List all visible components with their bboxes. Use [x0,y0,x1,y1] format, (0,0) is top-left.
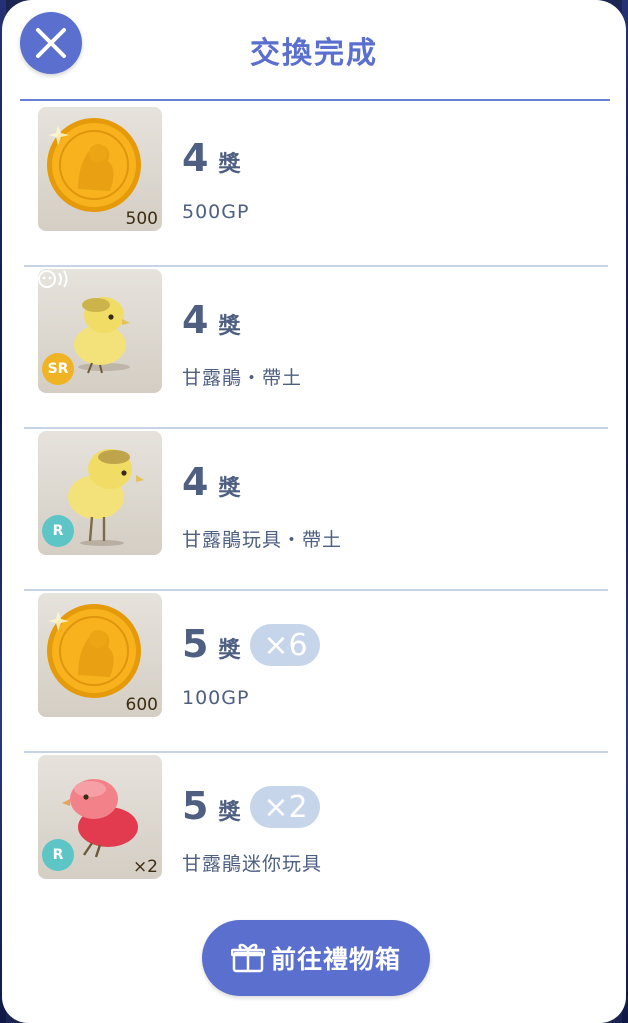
exchange-complete-dialog: 交換完成 500 4 獎 500GP SR 4 獎 甘露鵑・帶土 R 4 獎 甘… [2,0,626,1023]
item-thumbnail: R ×2 [38,755,162,879]
rarity-badge: SR [42,353,74,385]
sound-icon [38,270,68,288]
prize-label: 獎 [218,476,241,501]
prize-label: 獎 [218,800,241,825]
prize-label: 獎 [218,314,241,339]
reward-list: 500 4 獎 500GP SR 4 獎 甘露鵑・帶土 R 4 獎 甘露鵑玩具・… [24,105,608,915]
quantity-label: ×2 [132,857,158,877]
prize-number: 4 [182,298,209,342]
quantity-label: 500 [125,209,158,229]
item-name: 500GP [182,201,250,223]
reward-item: R ×2 5 獎 ×2 甘露鵑迷你玩具 [24,753,608,915]
prize-number: 4 [182,460,209,504]
prize-number: 4 [182,136,209,180]
prize-number: 5 [182,784,209,828]
count-badge: ×6 [250,624,321,666]
rarity-badge: R [42,515,74,547]
header-divider [20,99,610,101]
quantity-label: 600 [125,695,158,715]
gift-box-icon [230,943,265,973]
item-thumbnail: 500 [38,107,162,231]
gift-button-label: 前往禮物箱 [270,945,401,974]
item-thumbnail: SR [38,269,162,393]
count-badge: ×2 [250,786,321,828]
item-thumbnail: R [38,431,162,555]
reward-item: R 4 獎 甘露鵑玩具・帶土 [24,429,608,591]
prize-number: 5 [182,622,209,666]
page-title: 交換完成 [250,36,378,71]
item-name: 甘露鵑玩具・帶土 [182,529,343,551]
reward-item: 500 4 獎 500GP [24,105,608,267]
rarity-badge: R [42,839,74,871]
prize-label: 獎 [218,152,241,177]
go-to-gift-box-button[interactable]: 前往禮物箱 [202,920,430,996]
item-name: 甘露鵑迷你玩具 [182,853,323,875]
prize-label: 獎 [218,638,241,663]
reward-item: 600 5 獎 ×6 100GP [24,591,608,753]
item-name: 甘露鵑・帶土 [182,367,303,389]
item-thumbnail: 600 [38,593,162,717]
item-name: 100GP [182,687,250,709]
reward-item: SR 4 獎 甘露鵑・帶土 [24,267,608,429]
